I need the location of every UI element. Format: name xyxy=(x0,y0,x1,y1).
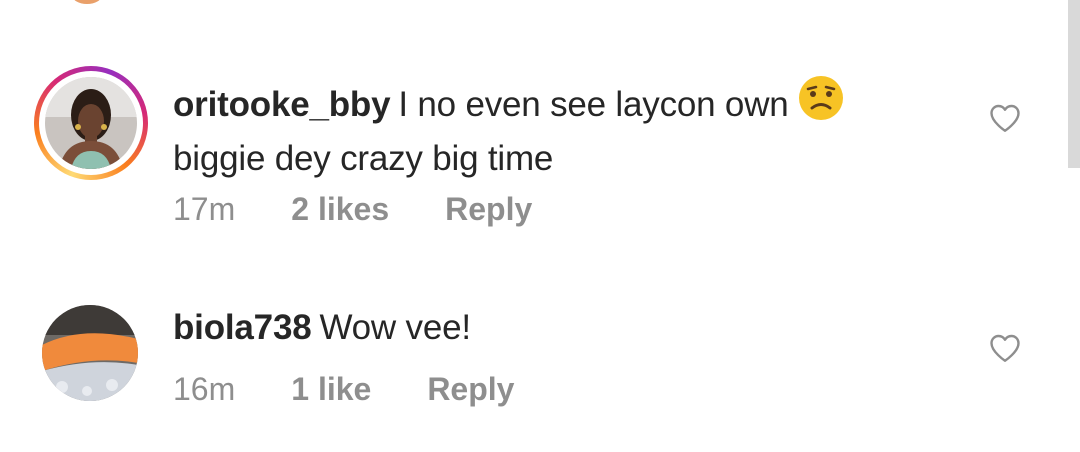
comment-body-line2: biggie dey crazy big time xyxy=(173,139,554,178)
heart-outline-icon[interactable] xyxy=(987,100,1023,136)
comments-screen: oritooke_bby I no even see laycon own big… xyxy=(0,0,1080,452)
comment-timestamp: 17m xyxy=(173,191,236,227)
comment-timestamp: 16m xyxy=(173,371,236,407)
avatar-story-ring[interactable] xyxy=(34,66,148,180)
comment-text: biola738 Wow vee! xyxy=(173,304,963,352)
reply-button[interactable]: Reply xyxy=(427,371,514,408)
comment-meta: 16m 1 like Reply xyxy=(173,371,514,408)
previous-comment-avatar-fragment xyxy=(72,0,102,4)
comment-username[interactable]: biola738 xyxy=(173,308,312,347)
worried-face-emoji-icon xyxy=(797,74,845,135)
comment-username[interactable]: oritooke_bby xyxy=(173,85,391,124)
scrollbar[interactable] xyxy=(1068,0,1080,168)
avatar xyxy=(45,77,137,169)
heart-outline-icon[interactable] xyxy=(987,330,1023,366)
comment-text: oritooke_bby I no even see laycon own big… xyxy=(173,74,963,183)
reply-button[interactable]: Reply xyxy=(445,191,532,228)
comment-body-line1: I no even see laycon own xyxy=(398,85,789,124)
comment-body-line1: Wow vee! xyxy=(319,308,471,347)
comment-likes-count[interactable]: 1 like xyxy=(291,371,371,408)
comment-meta: 17m 2 likes Reply xyxy=(173,191,532,228)
avatar[interactable] xyxy=(42,305,138,401)
comment-likes-count[interactable]: 2 likes xyxy=(291,191,389,228)
